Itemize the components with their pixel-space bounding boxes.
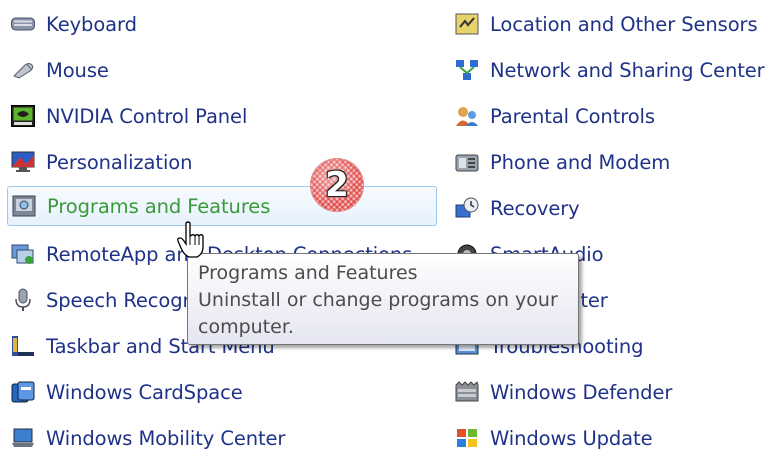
item-nvidia-control-panel[interactable]: NVIDIA Control Panel <box>10 96 247 136</box>
mouse-icon <box>10 57 36 83</box>
step-number-badge: 2 <box>310 158 364 212</box>
hand-cursor-icon <box>177 221 204 258</box>
item-label: Windows CardSpace <box>46 380 243 404</box>
item-label: Phone and Modem <box>490 150 671 174</box>
phone-modem-icon <box>454 149 480 175</box>
programs-features-icon <box>11 193 37 219</box>
item-recovery[interactable]: Recovery <box>454 188 580 228</box>
sensors-icon <box>454 11 480 37</box>
item-windows-update[interactable]: Windows Update <box>454 418 653 458</box>
item-phone-modem[interactable]: Phone and Modem <box>454 142 670 182</box>
item-network-sharing[interactable]: Network and Sharing Center <box>454 50 765 90</box>
tooltip: Programs and Features Uninstall or chang… <box>187 253 579 345</box>
item-label: NVIDIA Control Panel <box>46 104 248 128</box>
item-personalization[interactable]: Personalization <box>10 142 192 182</box>
item-location-sensors[interactable]: Location and Other Sensors <box>454 4 758 44</box>
item-windows-defender[interactable]: Windows Defender <box>454 372 672 412</box>
microphone-icon <box>10 287 36 313</box>
item-label: Mouse <box>46 58 109 82</box>
item-label: Parental Controls <box>490 104 655 128</box>
item-label: Programs and Features <box>47 194 271 218</box>
taskbar-icon <box>10 333 36 359</box>
item-label: Windows Defender <box>490 380 673 404</box>
cardspace-icon <box>10 379 36 405</box>
item-label: Network and Sharing Center <box>490 58 765 82</box>
defender-icon <box>454 379 480 405</box>
item-programs-and-features[interactable]: Programs and Features <box>7 186 437 226</box>
tooltip-description-line-1: Uninstall or change programs on your <box>198 289 558 311</box>
nvidia-icon <box>10 103 36 129</box>
item-label: Location and Other Sensors <box>490 12 758 36</box>
item-windows-cardspace[interactable]: Windows CardSpace <box>10 372 243 412</box>
item-keyboard[interactable]: Keyboard <box>10 4 137 44</box>
keyboard-icon <box>10 11 36 37</box>
tooltip-title: Programs and Features <box>198 262 418 284</box>
parental-controls-icon <box>454 103 480 129</box>
item-label: Windows Mobility Center <box>46 426 286 450</box>
item-label: Windows Update <box>490 426 653 450</box>
windows-update-icon <box>454 425 480 451</box>
item-mouse[interactable]: Mouse <box>10 50 109 90</box>
remoteapp-icon <box>10 241 36 267</box>
item-windows-mobility-center[interactable]: Windows Mobility Center <box>10 418 285 458</box>
item-label: Recovery <box>490 196 580 220</box>
personalization-icon <box>10 149 36 175</box>
item-parental-controls[interactable]: Parental Controls <box>454 96 655 136</box>
item-label: Personalization <box>46 150 193 174</box>
item-label: Keyboard <box>46 12 137 36</box>
mobility-center-icon <box>10 425 36 451</box>
network-icon <box>454 57 480 83</box>
tooltip-description-line-2: computer. <box>198 316 294 338</box>
recovery-icon <box>454 195 480 221</box>
